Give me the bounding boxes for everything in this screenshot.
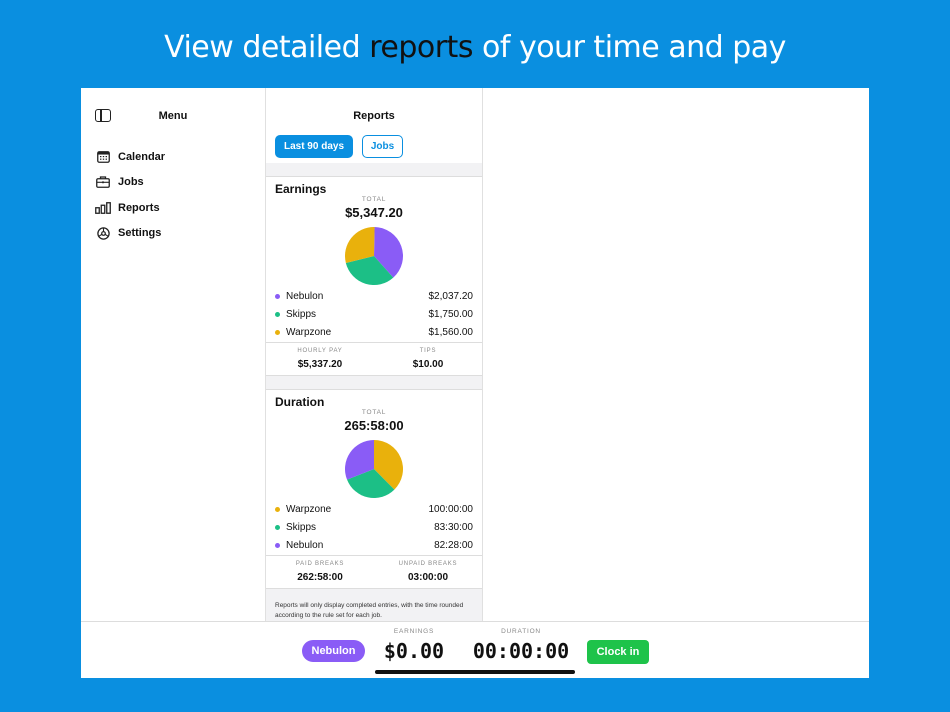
legend-row: Nebulon 82:28:00 [275,538,473,552]
earnings-stats: HOURLY PAY $5,337.20 TIPS $10.00 [266,342,482,376]
stat-value: 262:58:00 [297,572,343,583]
tips-stat: TIPS $10.00 [374,343,482,370]
duration-pie-chart [345,440,403,498]
earnings-title: Earnings [275,182,327,196]
headline-highlight: reports [369,30,473,65]
legend-row: Skipps $1,750.00 [275,307,473,321]
group-filter-button[interactable]: Jobs [362,135,403,158]
sidebar-item-label: Reports [118,201,160,214]
legend-name: Warpzone [286,326,332,338]
duration-label: DURATION [501,628,541,635]
duration-card: Duration TOTAL 265:58:00 Warpzone 100:00… [266,389,482,589]
reports-footnote: Reports will only display completed entr… [275,602,464,619]
sidebar-header: Menu [81,88,265,144]
earnings-total-label: TOTAL [361,196,387,203]
legend-row: Warpzone 100:00:00 [275,502,473,516]
duration-stats: PAID BREAKS 262:58:00 UNPAID BREAKS 03:0… [266,555,482,589]
legend-name: Nebulon [286,290,324,302]
bar-chart-icon [95,201,111,215]
earnings-label: EARNINGS [393,628,435,635]
legend-name: Skipps [286,521,317,533]
reports-title: Reports [353,110,395,122]
duration-value: 00:00:00 [472,639,570,663]
stat-value: 03:00:00 [407,572,449,583]
earnings-card: Earnings TOTAL $5,347.20 Nebulon $2,037.… [266,176,482,376]
legend-value: 100:00:00 [428,503,474,515]
skipps-dot [275,311,280,317]
legend-value: $2,037.20 [428,290,474,302]
stat-value: $5,337.20 [297,359,343,370]
legend-value: 82:28:00 [434,539,473,551]
earnings-pie-chart [345,227,403,285]
earnings-value: $0.00 [383,639,445,663]
briefcase-icon [95,175,111,189]
legend-name: Nebulon [286,539,324,551]
legend-row: Warpzone $1,560.00 [275,325,473,339]
calendar-icon [95,150,111,164]
stat-value: $10.00 [412,359,444,370]
duration-total-label: TOTAL [361,409,387,416]
legend-name: Warpzone [286,503,332,515]
legend-value: $1,560.00 [428,326,474,338]
range-filter-button[interactable]: Last 90 days [275,135,353,158]
reports-panel: Reports Last 90 days Jobs Earnings TOTAL… [266,88,483,621]
sidebar-item-label: Calendar [118,150,166,163]
sidebar-item-jobs[interactable]: Jobs [81,170,265,196]
job-selector-button[interactable]: Nebulon [302,640,365,662]
detail-pane [483,88,869,621]
warpzone-dot [275,506,280,512]
legend-value: $1,750.00 [428,308,474,320]
nebulon-dot [275,542,280,548]
gear-icon [95,226,111,240]
duration-title: Duration [275,395,325,409]
app-window: Menu Calendar Jobs Reports Settings Repo… [81,88,869,678]
legend-name: Skipps [286,308,317,320]
stat-label: HOURLY PAY [297,348,343,354]
headline-before: View detailed [164,30,370,65]
headline: View detailed reports of your time and p… [0,30,950,65]
sidebar-item-calendar[interactable]: Calendar [81,144,265,170]
reports-header: Reports Last 90 days Jobs [266,88,482,163]
hourly-pay-stat: HOURLY PAY $5,337.20 [266,343,374,370]
earnings-total-value: $5,347.20 [345,205,403,220]
sidebar-item-settings[interactable]: Settings [81,221,265,247]
legend-row: Nebulon $2,037.20 [275,289,473,303]
home-indicator [375,670,575,674]
clock-in-button[interactable]: Clock in [587,640,649,664]
stat-label: TIPS [419,348,437,354]
menu-title: Menu [158,110,188,122]
nebulon-dot [275,293,280,299]
timer-bar: Nebulon EARNINGS $0.00 DURATION 00:00:00… [81,621,869,678]
sidebar-item-label: Jobs [118,176,144,189]
stat-label: UNPAID BREAKS [398,561,458,567]
stat-label: PAID BREAKS [295,561,345,567]
skipps-dot [275,524,280,530]
sidebar: Menu Calendar Jobs Reports Settings [81,88,266,621]
legend-value: 83:30:00 [434,521,473,533]
paid-breaks-stat: PAID BREAKS 262:58:00 [266,556,374,583]
sidebar-item-label: Settings [118,227,162,240]
duration-total-value: 265:58:00 [344,418,404,433]
unpaid-breaks-stat: UNPAID BREAKS 03:00:00 [374,556,482,583]
legend-row: Skipps 83:30:00 [275,520,473,534]
sidebar-item-reports[interactable]: Reports [81,195,265,221]
headline-after: of your time and pay [472,30,786,65]
warpzone-dot [275,329,280,335]
